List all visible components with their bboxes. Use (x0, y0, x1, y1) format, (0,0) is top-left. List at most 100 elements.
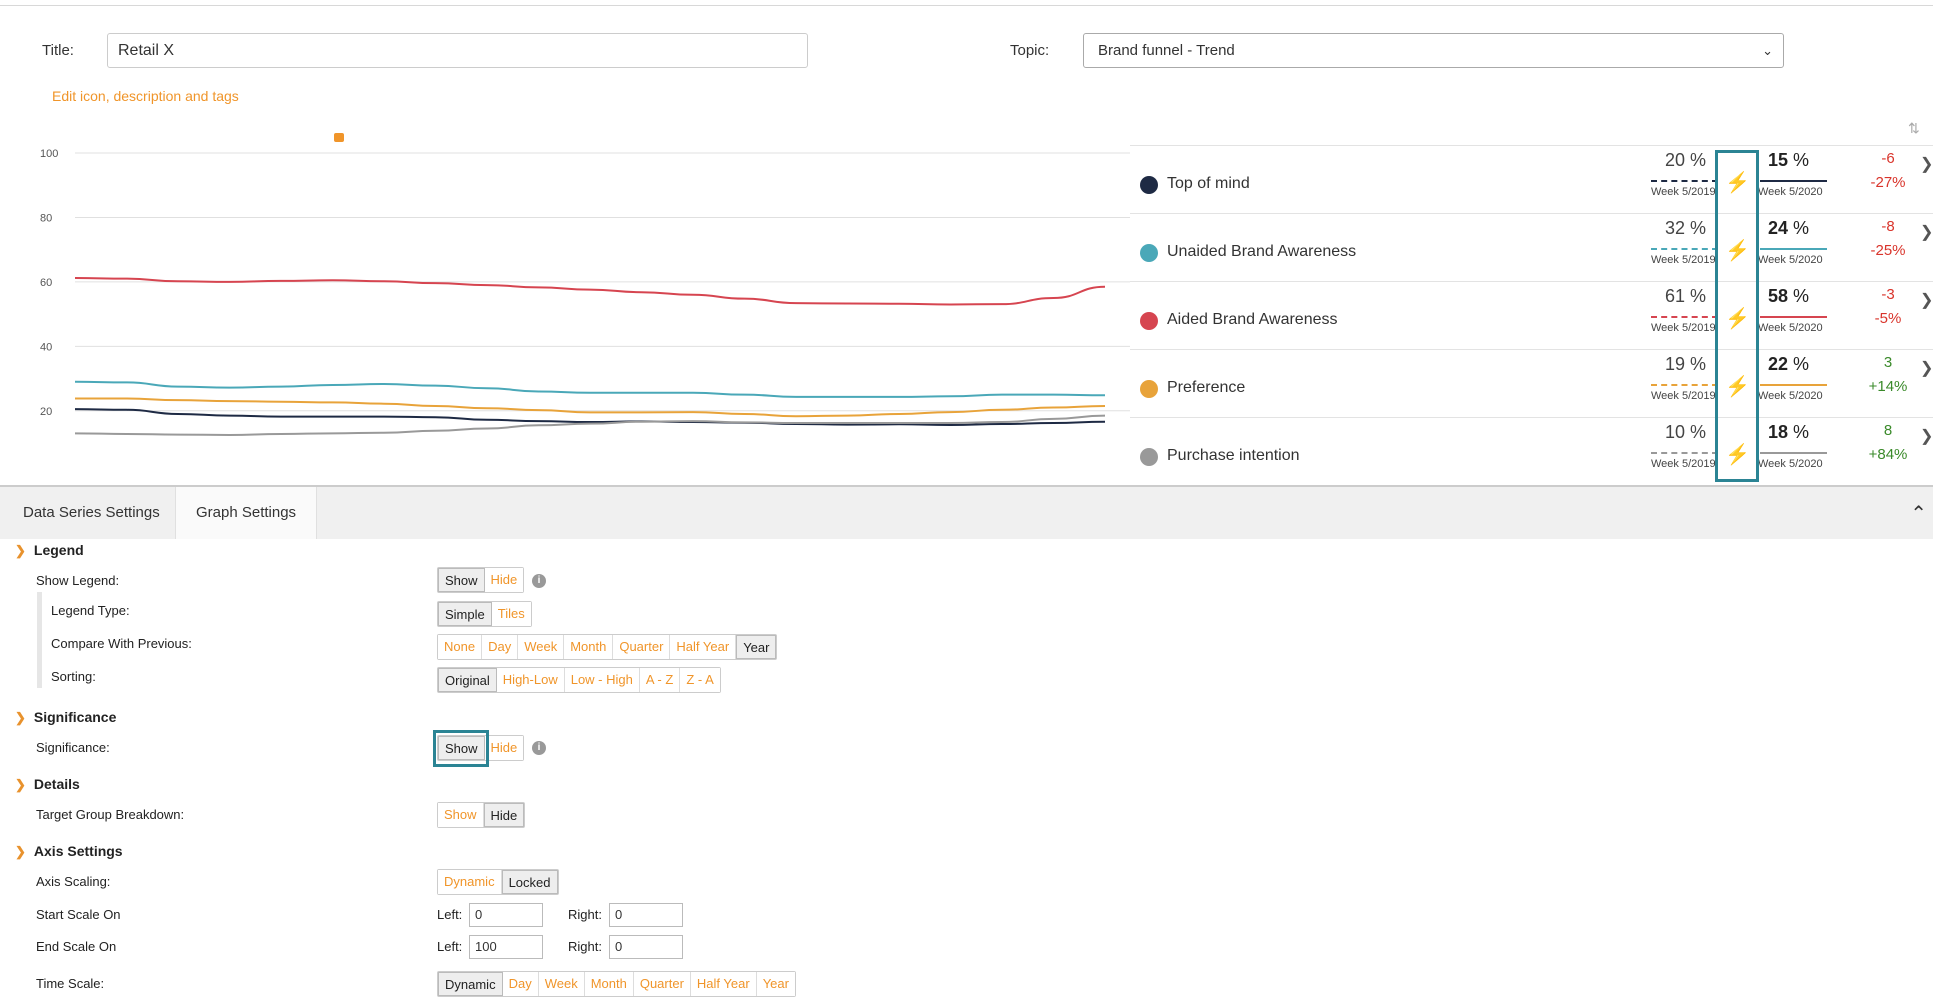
compare-half-year-button[interactable]: Half Year (670, 635, 737, 659)
tab-graph-settings[interactable]: Graph Settings (175, 487, 318, 539)
axis-scaling-locked-button[interactable]: Locked (501, 870, 558, 894)
legend-type-label: Legend Type: (51, 603, 130, 618)
legend-series-name: Preference (1167, 379, 1246, 396)
end-right-label: Right: (568, 939, 602, 954)
previous-line (1651, 248, 1718, 250)
series-line-unaided-brand-awareness[interactable] (74, 380, 1106, 398)
chevron-down-icon: ❯ (15, 844, 26, 859)
target-group-show-button[interactable]: Show (438, 803, 484, 827)
section-details[interactable]: ❯ Details (15, 776, 80, 793)
info-icon[interactable]: i (532, 741, 546, 755)
section-significance-label: Significance (33, 709, 117, 725)
delta-percent: -5% (1874, 310, 1902, 327)
sort-low-high-button[interactable]: Low - High (564, 668, 640, 692)
chevron-right-icon[interactable]: ❯ (1920, 358, 1933, 378)
chevron-right-icon[interactable]: ❯ (1920, 222, 1933, 242)
previous-value: 32 % (1664, 218, 1706, 238)
topic-select[interactable]: Brand funnel - Trend ⌄ (1083, 33, 1784, 68)
start-left-label: Left: (437, 907, 463, 922)
sort-original-button[interactable]: Original (438, 668, 497, 692)
sort-icon[interactable]: ⇅ (1908, 120, 1920, 137)
previous-week-label: Week 5/2019 (1651, 390, 1716, 402)
section-significance[interactable]: ❯ Significance (15, 709, 116, 726)
time-scale-day-button[interactable]: Day (502, 972, 539, 996)
time-scale-toggle: Dynamic Day Week Month Quarter Half Year Year (437, 971, 796, 997)
target-group-hide-button[interactable]: Hide (483, 803, 525, 827)
legend-color-dot (1140, 380, 1158, 398)
edit-icon-description-tags-link[interactable]: Edit icon, description and tags (52, 88, 239, 104)
sort-a-z-button[interactable]: A - Z (639, 668, 681, 692)
significance-hide-button[interactable]: Hide (484, 736, 524, 760)
show-legend-hide-button[interactable]: Hide (484, 568, 524, 592)
significance-show-button[interactable]: Show (438, 736, 485, 760)
previous-week-label: Week 5/2019 (1651, 458, 1716, 470)
delta-absolute: -6 (1881, 150, 1895, 167)
topic-label: Topic: (1010, 42, 1050, 59)
current-week-label: Week 5/2020 (1758, 254, 1823, 266)
delta-absolute: -8 (1881, 218, 1895, 235)
collapse-panel-icon[interactable]: ⌃ (1910, 501, 1927, 526)
y-tick-label: 20 (40, 406, 52, 418)
previous-value: 61 % (1664, 286, 1706, 306)
compare-with-previous-toggle: None Day Week Month Quarter Half Year Year (437, 634, 778, 660)
end-right-input[interactable]: 0 (609, 935, 683, 959)
chevron-right-icon[interactable]: ❯ (1920, 154, 1933, 174)
time-scale-half-year-button[interactable]: Half Year (690, 972, 757, 996)
previous-line (1651, 316, 1718, 318)
chevron-right-icon[interactable]: ❯ (1920, 426, 1933, 446)
chevron-down-icon: ❯ (15, 710, 26, 725)
title-input[interactable]: Retail X (107, 33, 808, 68)
time-scale-week-button[interactable]: Week (538, 972, 585, 996)
sort-high-low-button[interactable]: High-Low (496, 668, 565, 692)
show-legend-show-button[interactable]: Show (438, 568, 485, 592)
legend-row[interactable]: Top of mind 20 % Week 5/2019 ⚡ 15 % Week 5/20… (1130, 145, 1933, 213)
legend-row[interactable]: Purchase intention 10 % Week 5/2019 ⚡ 18 % We… (1130, 417, 1933, 485)
compare-day-button[interactable]: Day (482, 635, 519, 659)
legend-type-simple-button[interactable]: Simple (438, 602, 492, 626)
chevron-right-icon[interactable]: ❯ (1920, 290, 1933, 310)
y-tick-label: 40 (40, 341, 52, 353)
time-scale-quarter-button[interactable]: Quarter (633, 972, 691, 996)
info-icon[interactable]: i (532, 574, 546, 588)
annotation-marker-icon[interactable] (334, 133, 344, 142)
current-week-label: Week 5/2020 (1758, 322, 1823, 334)
section-axis-settings[interactable]: ❯ Axis Settings (15, 843, 123, 860)
legend-type-tiles-button[interactable]: Tiles (491, 602, 531, 626)
axis-scaling-dynamic-button[interactable]: Dynamic (438, 870, 502, 894)
sort-z-a-button[interactable]: Z - A (680, 668, 720, 692)
time-scale-dynamic-button[interactable]: Dynamic (438, 972, 503, 996)
chart-svg: 100 80 60 40 20 (40, 133, 1130, 436)
chevron-down-icon: ❯ (15, 777, 26, 792)
previous-line (1651, 180, 1718, 182)
compare-month-button[interactable]: Month (564, 635, 614, 659)
end-left-label: Left: (437, 939, 463, 954)
legend-row[interactable]: Preference 19 % Week 5/2019 ⚡ 22 % Week 5/202… (1130, 349, 1933, 417)
legend-color-dot (1140, 312, 1158, 330)
legend-row[interactable]: Unaided Brand Awareness 32 % Week 5/2019 ⚡ 2… (1130, 213, 1933, 281)
current-line (1760, 180, 1827, 182)
section-legend-label: Legend (33, 542, 84, 558)
time-scale-year-button[interactable]: Year (756, 972, 795, 996)
compare-year-button[interactable]: Year (736, 635, 777, 659)
legend-subsection-bar (37, 592, 42, 688)
section-legend[interactable]: ❯ Legend (15, 542, 84, 559)
delta-absolute: -3 (1881, 286, 1895, 303)
title-label: Title: (42, 42, 74, 59)
start-right-input[interactable]: 0 (609, 903, 683, 927)
significance-label: Significance: (36, 740, 110, 755)
legend-row[interactable]: Aided Brand Awareness 61 % Week 5/2019 ⚡ 58 … (1130, 281, 1933, 349)
time-scale-month-button[interactable]: Month (584, 972, 634, 996)
compare-week-button[interactable]: Week (518, 635, 565, 659)
delta-absolute: 8 (1883, 422, 1893, 439)
tab-data-series-settings[interactable]: Data Series Settings (3, 487, 180, 539)
previous-value: 10 % (1664, 422, 1706, 442)
compare-quarter-button[interactable]: Quarter (613, 635, 671, 659)
current-week-label: Week 5/2020 (1758, 390, 1823, 402)
start-left-input[interactable]: 0 (469, 903, 543, 927)
end-left-input[interactable]: 100 (469, 935, 543, 959)
series-line-preference[interactable] (74, 397, 1106, 418)
compare-none-button[interactable]: None (438, 635, 483, 659)
legend-series-name: Purchase intention (1167, 447, 1300, 464)
section-details-label: Details (33, 776, 80, 792)
current-value: 22 % (1768, 354, 1810, 374)
